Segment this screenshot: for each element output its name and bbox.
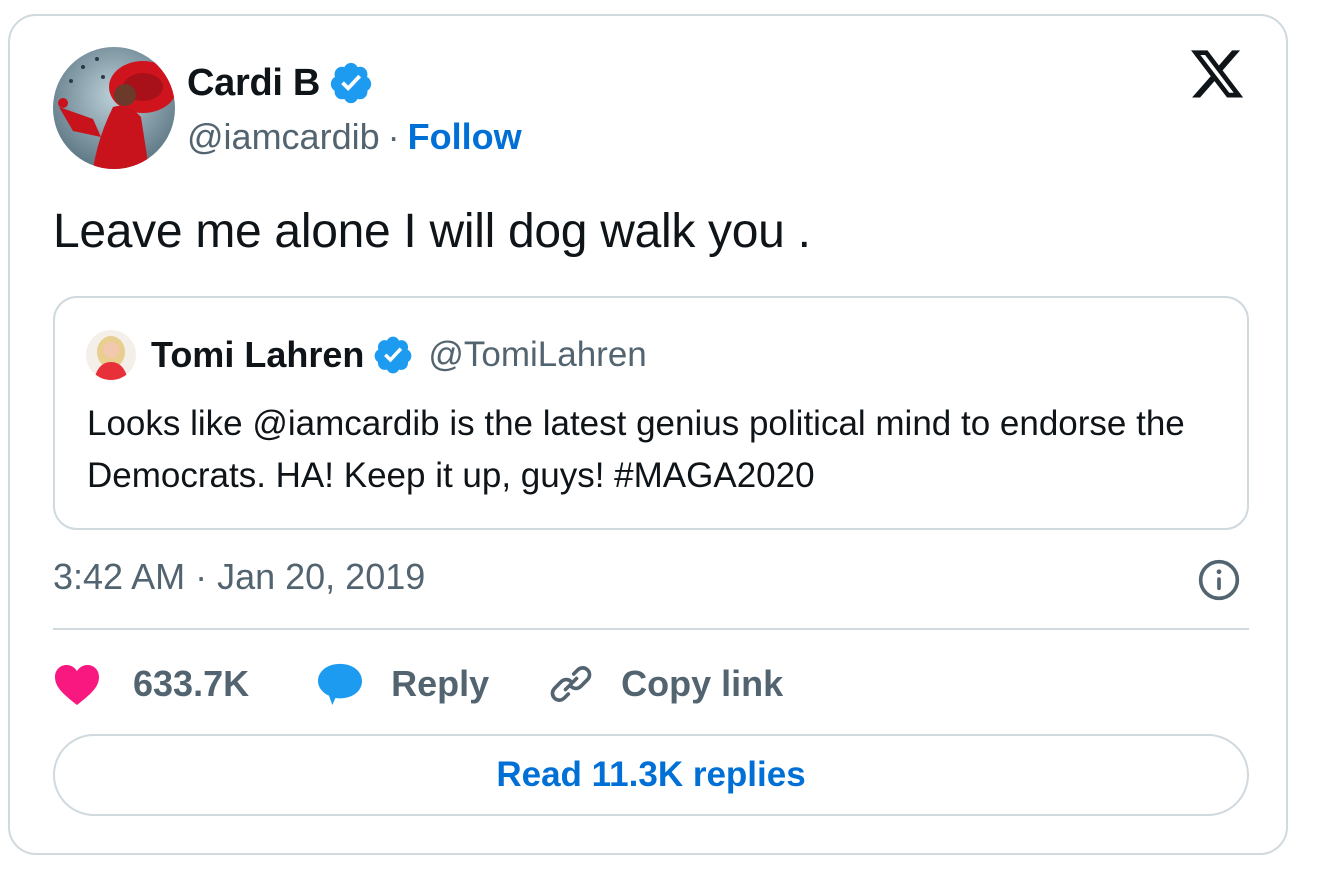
quoted-tweet[interactable]: Tomi Lahren @TomiLahren Looks like @iamc…	[53, 296, 1249, 530]
author-display-name[interactable]: Cardi B	[187, 62, 320, 105]
heart-icon	[55, 665, 99, 705]
tweet-embed-card: Cardi B @iamcardib · Follow Leave me alo…	[8, 14, 1288, 855]
reply-label: Reply	[391, 663, 490, 704]
tweet-text: Leave me alone I will dog walk you .	[53, 205, 811, 258]
reply-button[interactable]: Reply	[317, 662, 489, 706]
quoted-handle: @TomiLahren	[428, 335, 647, 374]
x-logo-icon[interactable]	[1188, 50, 1246, 104]
quoted-author-avatar	[86, 330, 136, 380]
verified-badge-icon	[328, 60, 374, 106]
tweet-timestamp[interactable]: 3:42 AM · Jan 20, 2019	[53, 556, 425, 598]
read-replies-button[interactable]: Read 11.3K replies	[53, 734, 1249, 816]
quoted-text: Looks like @iamcardib is the latest geni…	[87, 404, 1185, 495]
action-bar: 633.7K Reply Copy link	[53, 656, 783, 712]
author-name-row: Cardi B	[187, 60, 374, 106]
verified-badge-icon	[372, 334, 414, 376]
like-button[interactable]: 633.7K	[53, 662, 249, 706]
separator-dot: ·	[387, 116, 400, 157]
quoted-header: Tomi Lahren @TomiLahren	[151, 334, 647, 376]
info-icon[interactable]	[1197, 558, 1241, 602]
author-handle-row: @iamcardib · Follow	[187, 116, 522, 158]
author-avatar[interactable]	[53, 47, 175, 169]
quoted-display-name: Tomi Lahren	[151, 334, 365, 375]
author-handle[interactable]: @iamcardib	[187, 116, 380, 158]
copy-link-button[interactable]: Copy link	[549, 662, 783, 706]
divider	[53, 628, 1249, 630]
like-count: 633.7K	[133, 663, 250, 704]
copy-link-label: Copy link	[621, 663, 784, 704]
speech-bubble-icon	[318, 663, 363, 706]
follow-button[interactable]: Follow	[408, 116, 522, 158]
link-icon	[550, 666, 592, 702]
